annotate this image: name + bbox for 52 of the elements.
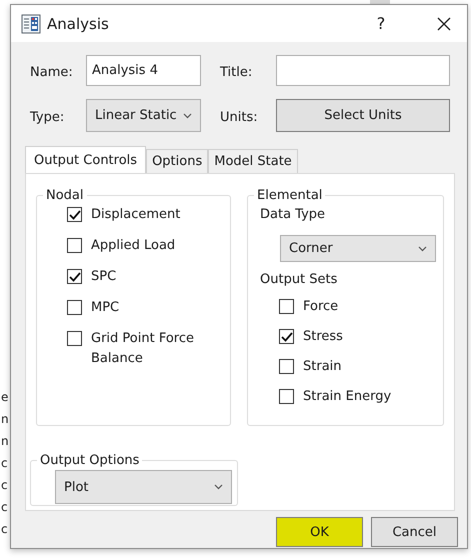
dialog-button[interactable]: Cancel	[371, 517, 458, 547]
section-label: Output Sets	[260, 272, 338, 287]
close-icon[interactable]	[437, 16, 451, 30]
background-text: c	[1, 455, 9, 472]
checkbox-label: Stress	[303, 328, 343, 346]
field-label: Title:	[219, 64, 254, 80]
checkbox[interactable]	[67, 300, 82, 315]
checkbox[interactable]	[67, 207, 82, 222]
window-title: Analysis	[47, 14, 110, 32]
group-title: Nodal	[45, 188, 85, 203]
select-units-button[interactable]: Select Units	[276, 99, 450, 132]
checkbox[interactable]	[279, 389, 294, 404]
type-dropdown[interactable]: Linear Static	[86, 99, 201, 132]
field-label: Name:	[30, 64, 74, 80]
checkbox[interactable]	[67, 269, 82, 284]
checkbox-label: Strain	[303, 358, 342, 376]
title-field[interactable]	[276, 55, 450, 86]
checkbox[interactable]	[279, 299, 294, 314]
checkbox-label: MPC	[91, 299, 120, 317]
group-title: Elemental	[256, 188, 324, 203]
section-label: Data Type	[260, 207, 326, 222]
group-title: Output Options	[39, 453, 140, 468]
help-button[interactable]: ?	[361, 14, 401, 33]
name-field[interactable]: Analysis 4	[86, 55, 201, 86]
checkbox-label: SPC	[91, 268, 116, 286]
dialog-button[interactable]: OK	[276, 517, 363, 547]
output-options-dropdown[interactable]: Plot	[55, 470, 232, 504]
field-label: Units:	[219, 109, 259, 125]
data-type-dropdown[interactable]: Corner	[280, 235, 436, 262]
checkbox[interactable]	[279, 329, 294, 344]
checkbox[interactable]	[67, 331, 82, 346]
background-text: c	[1, 521, 9, 538]
tab[interactable]: Options	[146, 149, 208, 173]
chevron-down-icon	[214, 484, 223, 490]
checkbox[interactable]	[279, 359, 294, 374]
background-text: c	[1, 499, 9, 516]
chevron-down-icon	[183, 112, 192, 118]
background-text: e	[1, 389, 9, 406]
checkbox[interactable]	[67, 238, 82, 253]
checkbox-label: Force	[303, 298, 338, 316]
checkbox-label: Strain Energy	[303, 388, 392, 406]
checkbox-label: Grid Point Force Balance	[91, 330, 195, 368]
chevron-down-icon	[418, 246, 427, 252]
checkbox-label: Displacement	[91, 206, 180, 224]
tab[interactable]: Model State	[208, 149, 298, 173]
tab[interactable]: Output Controls	[25, 146, 146, 173]
background-text: n	[1, 433, 9, 450]
checkbox-label: Applied Load	[91, 237, 176, 255]
field-label: Type:	[30, 109, 66, 125]
app-icon	[21, 14, 41, 34]
background-text: n	[1, 411, 9, 428]
background-text: c	[1, 477, 9, 494]
